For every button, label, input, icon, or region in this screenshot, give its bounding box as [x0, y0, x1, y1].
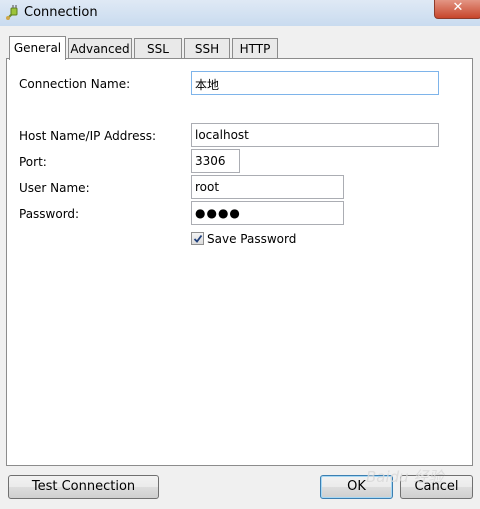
- connection-name-label: Connection Name:: [19, 77, 131, 91]
- tab-advanced[interactable]: Advanced: [68, 38, 132, 58]
- checkmark-icon: [193, 234, 203, 243]
- port-label: Port:: [19, 155, 47, 169]
- password-input[interactable]: ●●●●: [191, 201, 344, 225]
- tab-ssh[interactable]: SSH: [184, 38, 230, 58]
- test-connection-button[interactable]: Test Connection: [8, 475, 159, 499]
- tab-general[interactable]: General: [9, 36, 66, 60]
- window-title: Connection: [24, 5, 98, 20]
- save-password-checkbox[interactable]: [191, 232, 204, 245]
- connection-name-input[interactable]: 本地: [191, 71, 439, 95]
- general-tab-panel: [6, 58, 473, 466]
- cancel-button[interactable]: Cancel: [400, 475, 473, 499]
- host-label: Host Name/IP Address:: [19, 129, 157, 143]
- close-button[interactable]: ✕: [434, 0, 480, 19]
- host-input[interactable]: localhost: [191, 123, 439, 147]
- save-password-label[interactable]: Save Password: [207, 232, 296, 246]
- user-name-input[interactable]: root: [191, 175, 344, 199]
- tab-http[interactable]: HTTP: [232, 38, 278, 58]
- tab-ssl[interactable]: SSL: [134, 38, 182, 58]
- plug-connection-icon: [6, 5, 18, 20]
- close-icon: ✕: [452, 0, 464, 15]
- ok-button[interactable]: OK: [320, 475, 393, 499]
- user-name-label: User Name:: [19, 181, 90, 195]
- password-label: Password:: [19, 207, 80, 221]
- port-input[interactable]: 3306: [191, 149, 240, 173]
- title-bar: Connection ✕: [0, 0, 480, 26]
